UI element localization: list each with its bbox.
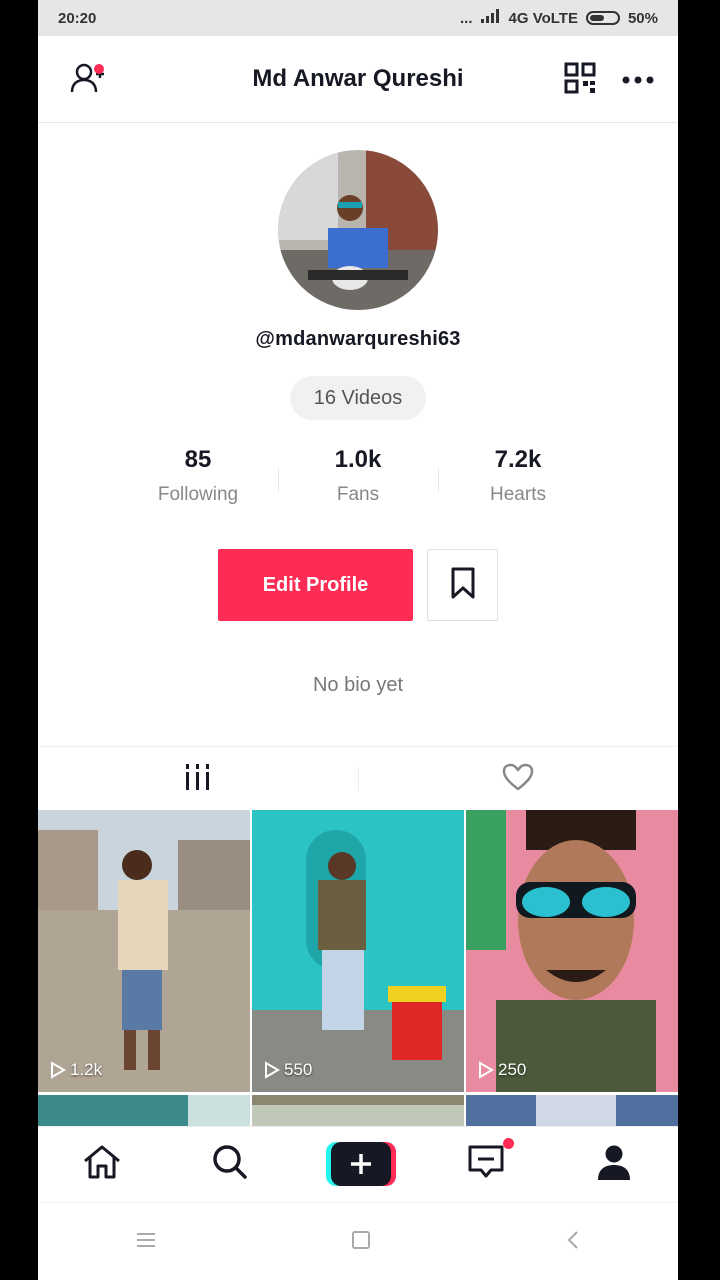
- profile-icon: [597, 1144, 631, 1185]
- notification-dot: [503, 1138, 514, 1149]
- create-button[interactable]: [326, 1142, 396, 1186]
- nav-me[interactable]: [582, 1132, 646, 1196]
- system-navigation: [38, 1202, 678, 1280]
- videos-count-badge: 16 Videos: [290, 376, 426, 420]
- signal-icon: [480, 9, 501, 27]
- status-dots: ...: [460, 9, 473, 27]
- view-count-value: 250: [498, 1060, 527, 1079]
- view-count: 250: [478, 1060, 526, 1080]
- page-title: Md Anwar Qureshi: [252, 65, 464, 92]
- stat-following[interactable]: 85 Following: [118, 446, 278, 506]
- stat-hearts[interactable]: 7.2k Hearts: [438, 446, 598, 506]
- view-count-value: 550: [284, 1060, 313, 1079]
- battery-icon: [585, 11, 620, 25]
- video-thumbnail[interactable]: 250: [466, 810, 678, 1092]
- profile-header: Md Anwar Qureshi: [38, 36, 678, 123]
- bookmark-icon: [450, 567, 476, 604]
- stat-label: Following: [157, 484, 239, 505]
- more-options-button[interactable]: [616, 58, 660, 102]
- edit-profile-button[interactable]: Edit Profile: [218, 549, 413, 621]
- video-thumbnail[interactable]: 1.2k: [38, 810, 250, 1092]
- play-icon: [479, 1061, 494, 1079]
- stat-label: Fans: [336, 484, 380, 505]
- view-count-value: 1.2k: [70, 1060, 103, 1079]
- username: @mdanwarqureshi63: [255, 328, 461, 350]
- stat-value: 85: [184, 446, 212, 473]
- notification-dot: [94, 64, 104, 74]
- battery-percent: 50%: [627, 9, 658, 27]
- video-thumbnail[interactable]: 550: [252, 810, 464, 1092]
- search-icon: [212, 1144, 248, 1185]
- inbox-icon: [467, 1144, 505, 1185]
- bio-text: No bio yet: [312, 674, 404, 696]
- heart-icon: [502, 763, 534, 796]
- stat-fans[interactable]: 1.0k Fans: [278, 446, 438, 506]
- video-thumbnail[interactable]: [466, 1095, 678, 1126]
- view-count: 550: [264, 1060, 312, 1080]
- add-friend-button[interactable]: [66, 58, 110, 102]
- home-icon: [82, 1144, 122, 1185]
- nav-inbox[interactable]: [454, 1132, 518, 1196]
- tab-videos[interactable]: [38, 747, 358, 811]
- grid-icon: [185, 763, 211, 795]
- play-icon: [51, 1061, 66, 1079]
- video-thumbnail[interactable]: [38, 1095, 250, 1126]
- more-icon: [622, 71, 654, 89]
- status-time: 20:20: [58, 9, 97, 27]
- view-count: 1.2k: [50, 1060, 102, 1080]
- video-thumbnail[interactable]: [252, 1095, 464, 1126]
- nav-home[interactable]: [70, 1132, 134, 1196]
- bottom-navigation: [38, 1126, 678, 1201]
- profile-stats: 85 Following 1.0k Fans 7.2k Hearts: [118, 446, 598, 506]
- nav-discover[interactable]: [198, 1132, 262, 1196]
- qr-code-icon: [564, 62, 596, 99]
- stat-value: 1.0k: [334, 446, 382, 473]
- video-grid: 1.2k 550 250: [38, 810, 678, 1126]
- nav-create[interactable]: [326, 1132, 396, 1196]
- menu-icon[interactable]: [136, 1232, 156, 1253]
- tab-liked[interactable]: [358, 747, 678, 811]
- avatar[interactable]: [278, 150, 438, 310]
- content-tabs: [38, 746, 678, 811]
- phone-screen: 20:20 ... 4G VoLTE 50% Md Anwar Qureshi: [38, 0, 678, 1280]
- qr-code-button[interactable]: [558, 58, 602, 102]
- play-icon: [265, 1061, 280, 1079]
- favorites-button[interactable]: [427, 549, 498, 621]
- stat-label: Hearts: [490, 484, 546, 505]
- stat-value: 7.2k: [494, 446, 542, 473]
- status-bar: 20:20 ... 4G VoLTE 50%: [38, 0, 678, 36]
- home-square-icon[interactable]: [351, 1230, 371, 1255]
- create-icon: [331, 1142, 391, 1186]
- back-icon[interactable]: [566, 1230, 580, 1255]
- network-label: 4G VoLTE: [508, 9, 578, 27]
